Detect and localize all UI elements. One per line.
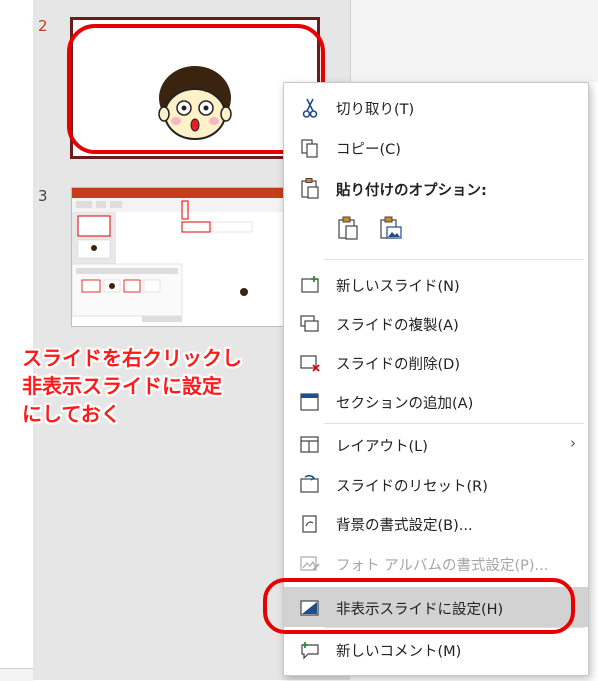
menu-item-delete-slide[interactable]: スライドの削除(D) bbox=[284, 344, 588, 380]
menu-item-new-slide[interactable]: 新しいスライド(N) bbox=[284, 266, 588, 302]
menu-item-new-comment[interactable]: 新しいコメント(M) bbox=[284, 631, 588, 667]
menu-item-add-section[interactable]: セクションの追加(A) bbox=[284, 383, 588, 419]
menu-separator bbox=[324, 423, 584, 424]
annotation-line-1: スライドを右クリックし bbox=[22, 346, 242, 370]
menu-item-new-slide-label: 新しいスライド(N) bbox=[336, 279, 460, 295]
format-background-icon bbox=[299, 514, 321, 534]
menu-separator bbox=[324, 259, 584, 260]
paste-option-keep-source[interactable] bbox=[336, 215, 362, 245]
menu-item-format-background[interactable]: 背景の書式設定(B)... bbox=[284, 505, 588, 541]
menu-item-hide-slide[interactable]: 非表示スライドに設定(H) bbox=[284, 587, 588, 627]
status-strip bbox=[0, 668, 33, 681]
duplicate-slide-icon bbox=[299, 314, 321, 334]
menu-separator bbox=[324, 627, 584, 628]
menu-item-cut[interactable]: 切り取り(T) bbox=[284, 89, 588, 125]
menu-item-format-photo-album-label: フォト アルバムの書式設定(P)... bbox=[336, 558, 549, 574]
menu-item-layout-label: レイアウト(L) bbox=[336, 439, 428, 455]
new-comment-icon bbox=[299, 640, 321, 660]
paste-option-picture[interactable] bbox=[378, 215, 404, 245]
editor-area bbox=[350, 0, 598, 82]
slide-number-2: 2 bbox=[38, 17, 48, 35]
menu-item-format-photo-album[interactable]: フォト アルバムの書式設定(P)... bbox=[284, 545, 588, 581]
layout-icon bbox=[299, 435, 321, 455]
menu-item-delete-slide-label: スライドの削除(D) bbox=[336, 357, 460, 373]
menu-item-copy-label: コピー(C) bbox=[336, 142, 401, 158]
copy-icon bbox=[299, 138, 321, 158]
paste-options-header: 貼り付けのオプション: bbox=[284, 173, 588, 203]
delete-slide-icon bbox=[299, 353, 321, 373]
context-menu: 切り取り(T) コピー(C) 貼り付けのオプション: 新しいスライド(N) スラ… bbox=[283, 82, 589, 676]
chevron-right-icon: › bbox=[570, 434, 576, 452]
slide-number-3: 3 bbox=[38, 187, 48, 205]
section-icon bbox=[299, 392, 321, 412]
scissors-icon bbox=[299, 98, 321, 118]
menu-item-duplicate-slide[interactable]: スライドの複製(A) bbox=[284, 305, 588, 341]
menu-item-cut-label: 切り取り(T) bbox=[336, 102, 415, 118]
menu-item-add-section-label: セクションの追加(A) bbox=[336, 396, 474, 412]
menu-item-reset-slide-label: スライドのリセット(R) bbox=[336, 479, 488, 495]
menu-item-new-comment-label: 新しいコメント(M) bbox=[336, 644, 462, 660]
annotation-line-3: にしておく bbox=[22, 402, 121, 426]
face-illustration bbox=[158, 66, 232, 140]
menu-item-reset-slide[interactable]: スライドのリセット(R) bbox=[284, 466, 588, 502]
menu-item-layout[interactable]: レイアウト(L) › bbox=[284, 426, 588, 462]
annotation-line-2: 非表示スライドに設定 bbox=[22, 374, 222, 398]
new-slide-icon bbox=[299, 275, 321, 295]
paste-picture-icon bbox=[380, 216, 402, 239]
menu-item-format-background-label: 背景の書式設定(B)... bbox=[336, 518, 473, 534]
reset-slide-icon bbox=[299, 475, 321, 495]
hide-slide-icon bbox=[299, 598, 321, 618]
paste-keep-source-icon bbox=[338, 216, 358, 240]
paste-options-label: 貼り付けのオプション: bbox=[336, 183, 487, 199]
menu-item-copy[interactable]: コピー(C) bbox=[284, 129, 588, 165]
photo-album-icon bbox=[299, 554, 321, 574]
annotation-text: スライドを右クリックし 非表示スライドに設定 にしておく bbox=[22, 344, 312, 428]
menu-item-duplicate-slide-label: スライドの複製(A) bbox=[336, 318, 459, 334]
menu-item-hide-slide-label: 非表示スライドに設定(H) bbox=[336, 602, 504, 618]
clipboard-icon bbox=[299, 177, 321, 199]
